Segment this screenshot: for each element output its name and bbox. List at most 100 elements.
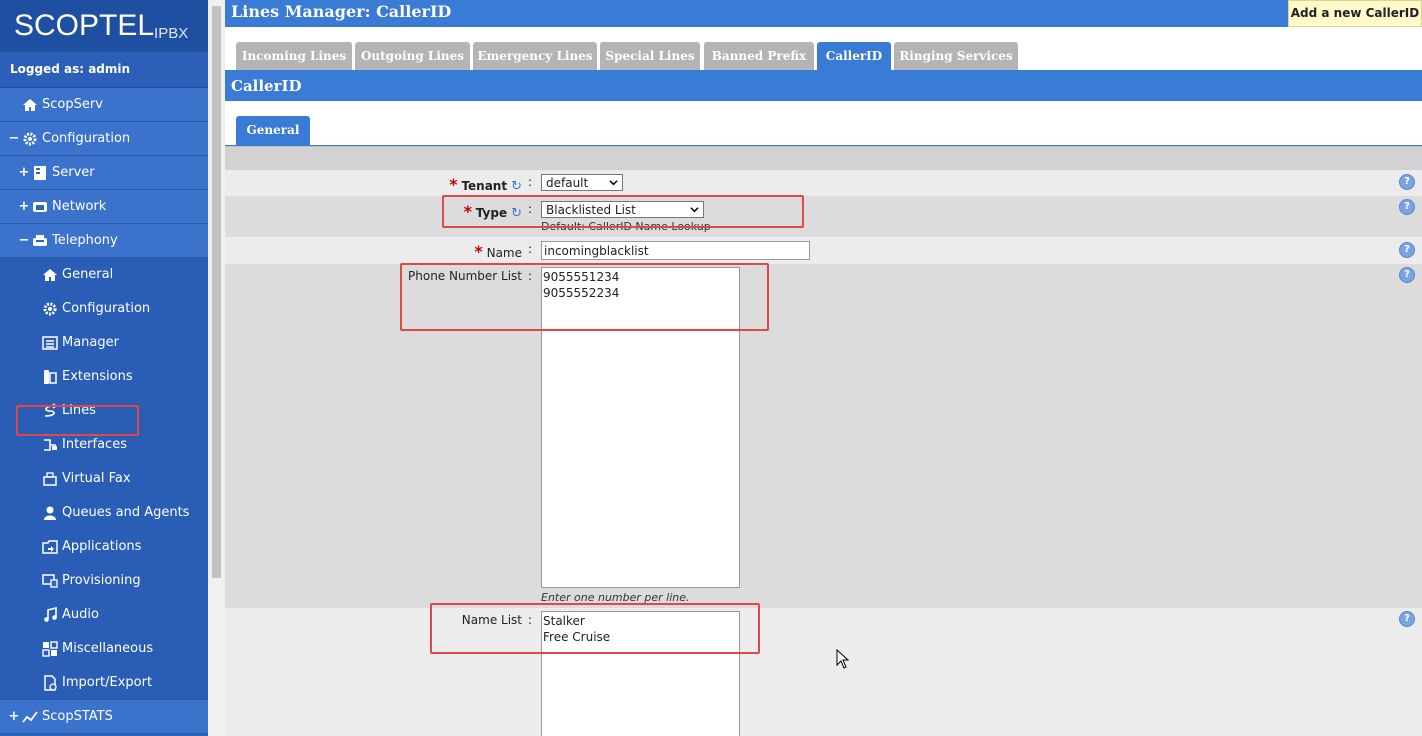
tab-special-lines[interactable]: Special Lines bbox=[600, 42, 700, 70]
fax-icon bbox=[42, 471, 58, 487]
lines-tabs: Incoming Lines Outgoing Lines Emergency Li… bbox=[225, 27, 1422, 71]
logo-suffix: IPBX bbox=[154, 24, 189, 42]
sidebar-item-applications[interactable]: Applications bbox=[0, 530, 208, 564]
sidebar-item-provisioning[interactable]: Provisioning bbox=[0, 564, 208, 598]
collapse-icon[interactable]: − bbox=[8, 131, 20, 146]
sidebar-item-scopstats[interactable]: + ScopSTATS bbox=[0, 700, 208, 734]
highlight-lines bbox=[16, 405, 139, 436]
sidebar-item-server[interactable]: + Server bbox=[0, 156, 208, 190]
type-row: * Type ↻ : Blacklisted List Default: Call… bbox=[225, 196, 1422, 237]
page-header: Lines Manager: CallerID Add a new Caller… bbox=[225, 0, 1422, 27]
sidebar-item-configuration[interactable]: Configuration bbox=[0, 292, 208, 326]
page-title: Lines Manager: CallerID bbox=[231, 2, 452, 21]
tab-banned-prefix[interactable]: Banned Prefix bbox=[704, 42, 814, 70]
sidebar-item-label: Applications bbox=[62, 539, 142, 554]
gear-icon bbox=[22, 131, 38, 147]
sidebar-item-label: Configuration bbox=[62, 301, 151, 316]
chevron-down-icon bbox=[609, 180, 618, 186]
sidebar-item-configuration[interactable]: − Configuration bbox=[0, 122, 208, 156]
sidebar-item-general[interactable]: General bbox=[0, 258, 208, 292]
name-label: * Name bbox=[474, 242, 522, 261]
name-row: * Name : incomingblacklist ? bbox=[225, 237, 1422, 264]
name-list-row: Name List : Stalker Free Cruise ? bbox=[225, 608, 1422, 736]
required-marker: * bbox=[449, 175, 458, 194]
sidebar: SCOPTEL IPBX Logged as: admin ScopServ − C… bbox=[0, 0, 208, 736]
sidebar-item-label: Manager bbox=[62, 335, 119, 350]
sidebar-item-label: General bbox=[62, 267, 114, 282]
help-icon[interactable]: ? bbox=[1399, 242, 1415, 258]
agent-icon bbox=[42, 505, 58, 521]
tab-outgoing-lines[interactable]: Outgoing Lines bbox=[355, 42, 470, 70]
sidebar-item-manager[interactable]: Manager bbox=[0, 326, 208, 360]
sidebar-item-audio[interactable]: Audio bbox=[0, 598, 208, 632]
subtabs: General bbox=[225, 101, 1422, 146]
sidebar-item-label: Telephony bbox=[52, 233, 118, 248]
sidebar-item-label: Network bbox=[52, 199, 107, 214]
sidebar-item-label: Miscellaneous bbox=[62, 641, 154, 656]
sidebar-item-telephony[interactable]: − Telephony bbox=[0, 224, 208, 258]
refresh-icon[interactable]: ↻ bbox=[511, 179, 522, 194]
misc-icon bbox=[42, 640, 58, 657]
logged-as: Logged as: admin bbox=[0, 52, 208, 88]
name-input[interactable]: incomingblacklist bbox=[541, 241, 810, 260]
tenant-select[interactable]: default bbox=[541, 174, 623, 191]
help-icon[interactable]: ? bbox=[1399, 267, 1415, 283]
sidebar-scrollbar[interactable] bbox=[208, 0, 225, 736]
highlight-phone-list bbox=[400, 263, 769, 331]
add-callerid-button[interactable]: Add a new CallerID bbox=[1288, 0, 1422, 27]
home-icon bbox=[22, 97, 38, 113]
sidebar-item-label: Extensions bbox=[62, 369, 133, 384]
sidebar-item-label: Configuration bbox=[42, 131, 131, 146]
tab-callerid[interactable]: CallerID bbox=[817, 42, 891, 70]
sidebar-item-scopserv[interactable]: ScopServ bbox=[0, 88, 208, 122]
sidebar-item-label: ScopSTATS bbox=[42, 709, 113, 724]
import-export-icon bbox=[42, 674, 58, 691]
network-icon bbox=[32, 199, 48, 215]
sidebar-item-queues-and-agents[interactable]: Queues and Agents bbox=[0, 496, 208, 530]
expand-icon[interactable]: + bbox=[8, 709, 20, 724]
sidebar-item-import-export[interactable]: Import/Export bbox=[0, 666, 208, 700]
sidebar-item-label: Queues and Agents bbox=[62, 505, 190, 520]
sidebar-item-label: Import/Export bbox=[62, 675, 153, 690]
form-toolbar bbox=[225, 146, 1422, 171]
provisioning-icon bbox=[42, 573, 58, 589]
tenant-label: * Tenant ↻ bbox=[449, 175, 522, 194]
applications-icon bbox=[42, 539, 58, 555]
sidebar-item-label: Server bbox=[52, 165, 95, 180]
help-icon[interactable]: ? bbox=[1399, 611, 1415, 627]
sidebar-item-label: ScopServ bbox=[42, 97, 103, 112]
sidebar-item-label: Audio bbox=[62, 607, 99, 622]
sidebar-item-label: Interfaces bbox=[62, 437, 127, 452]
highlight-name-list bbox=[430, 603, 760, 654]
callerid-form: * Tenant ↻ : default ? * Type ↻ : Blacklis… bbox=[225, 170, 1422, 736]
expand-icon[interactable]: + bbox=[18, 199, 30, 214]
sidebar-item-label: Provisioning bbox=[62, 573, 141, 588]
music-icon bbox=[42, 606, 58, 623]
tab-incoming-lines[interactable]: Incoming Lines bbox=[236, 42, 352, 70]
sidebar-item-extensions[interactable]: Extensions bbox=[0, 360, 208, 394]
logo-main: SCOPTEL bbox=[14, 9, 155, 42]
expand-icon[interactable]: + bbox=[18, 165, 30, 180]
telephony-icon bbox=[32, 233, 48, 249]
help-icon[interactable]: ? bbox=[1399, 199, 1415, 215]
sidebar-item-miscellaneous[interactable]: Miscellaneous bbox=[0, 632, 208, 666]
collapse-icon[interactable]: − bbox=[18, 233, 30, 248]
required-marker: * bbox=[474, 242, 483, 261]
home-icon bbox=[42, 267, 58, 283]
mouse-cursor-icon bbox=[836, 649, 850, 669]
sidebar-item-network[interactable]: + Network bbox=[0, 190, 208, 224]
gear-icon bbox=[42, 301, 58, 317]
help-icon[interactable]: ? bbox=[1399, 174, 1415, 190]
scrollbar-thumb[interactable] bbox=[212, 6, 221, 578]
tab-ringing-services[interactable]: Ringing Services bbox=[894, 42, 1018, 70]
interfaces-icon bbox=[42, 437, 58, 453]
sidebar-item-label: Virtual Fax bbox=[62, 471, 131, 486]
server-icon bbox=[32, 165, 48, 181]
sidebar-item-virtual-fax[interactable]: Virtual Fax bbox=[0, 462, 208, 496]
logo: SCOPTEL IPBX bbox=[0, 0, 208, 52]
subtab-general[interactable]: General bbox=[236, 116, 310, 145]
tab-emergency-lines[interactable]: Emergency Lines bbox=[473, 42, 597, 70]
stats-icon bbox=[22, 709, 38, 725]
manager-icon bbox=[42, 335, 58, 351]
phone-icon bbox=[42, 369, 58, 385]
